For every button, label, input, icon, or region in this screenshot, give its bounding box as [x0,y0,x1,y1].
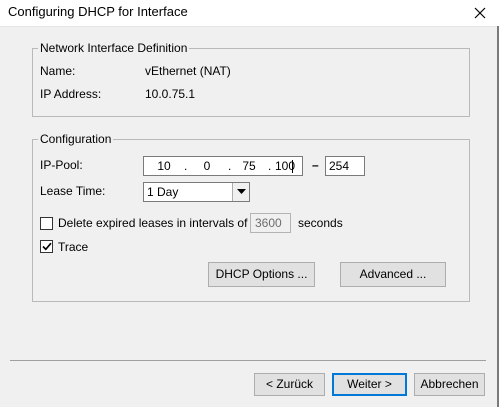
ip-address-value: 10.0.75.1 [145,87,196,101]
network-interface-legend: Network Interface Definition [40,41,188,55]
trace-label[interactable]: Trace [58,240,88,254]
advanced-button[interactable]: Advanced ... [340,262,446,287]
back-button[interactable]: < Zurück [254,373,325,396]
lease-time-label: Lease Time: [40,184,106,198]
lease-time-value: 1 Day [147,185,179,199]
ip-octet-1[interactable]: 10 [149,159,179,173]
trace-checkbox[interactable] [40,240,53,253]
title-bar: Configuring DHCP for Interface [0,0,499,27]
close-icon [474,7,486,19]
ip-pool-separator: – [312,158,319,172]
ip-pool-start-input[interactable]: 10 . 0 . 75 . 100 [143,156,303,176]
ip-dot: . [228,159,232,173]
ip-pool-end-input[interactable]: 254 [325,156,365,176]
window-title: Configuring DHCP for Interface [8,4,188,19]
footer-separator [10,360,486,361]
ip-pool-label: IP-Pool: [40,158,83,172]
configuration-legend: Configuration [40,132,112,146]
checkmark-icon [42,242,52,251]
dhcp-options-button[interactable]: DHCP Options ... [208,262,315,287]
interval-value: 3600 [255,216,282,230]
delete-expired-label[interactable]: Delete expired leases in intervals of [58,216,247,230]
close-button[interactable] [461,0,499,26]
delete-expired-checkbox[interactable] [40,217,53,230]
network-interface-group: Network Interface Definition [32,41,470,117]
ip-dot: . [184,159,188,173]
dropdown-arrow-icon[interactable] [232,183,249,201]
text-cursor [292,160,293,173]
interval-input: 3600 [250,213,291,233]
interval-unit-label: seconds [298,216,343,230]
ip-pool-end-value: 254 [329,159,350,173]
ip-octet-4[interactable]: 100 [270,159,300,173]
cancel-button[interactable]: Abbrechen [414,373,485,396]
name-value: vEthernet (NAT) [145,64,231,78]
lease-time-select[interactable]: 1 Day [143,182,250,202]
name-label: Name: [40,64,76,78]
next-button[interactable]: Weiter > [332,373,407,396]
ip-octet-2[interactable]: 0 [192,159,222,173]
ip-address-label: IP Address: [40,87,102,101]
ip-octet-3[interactable]: 75 [234,159,264,173]
